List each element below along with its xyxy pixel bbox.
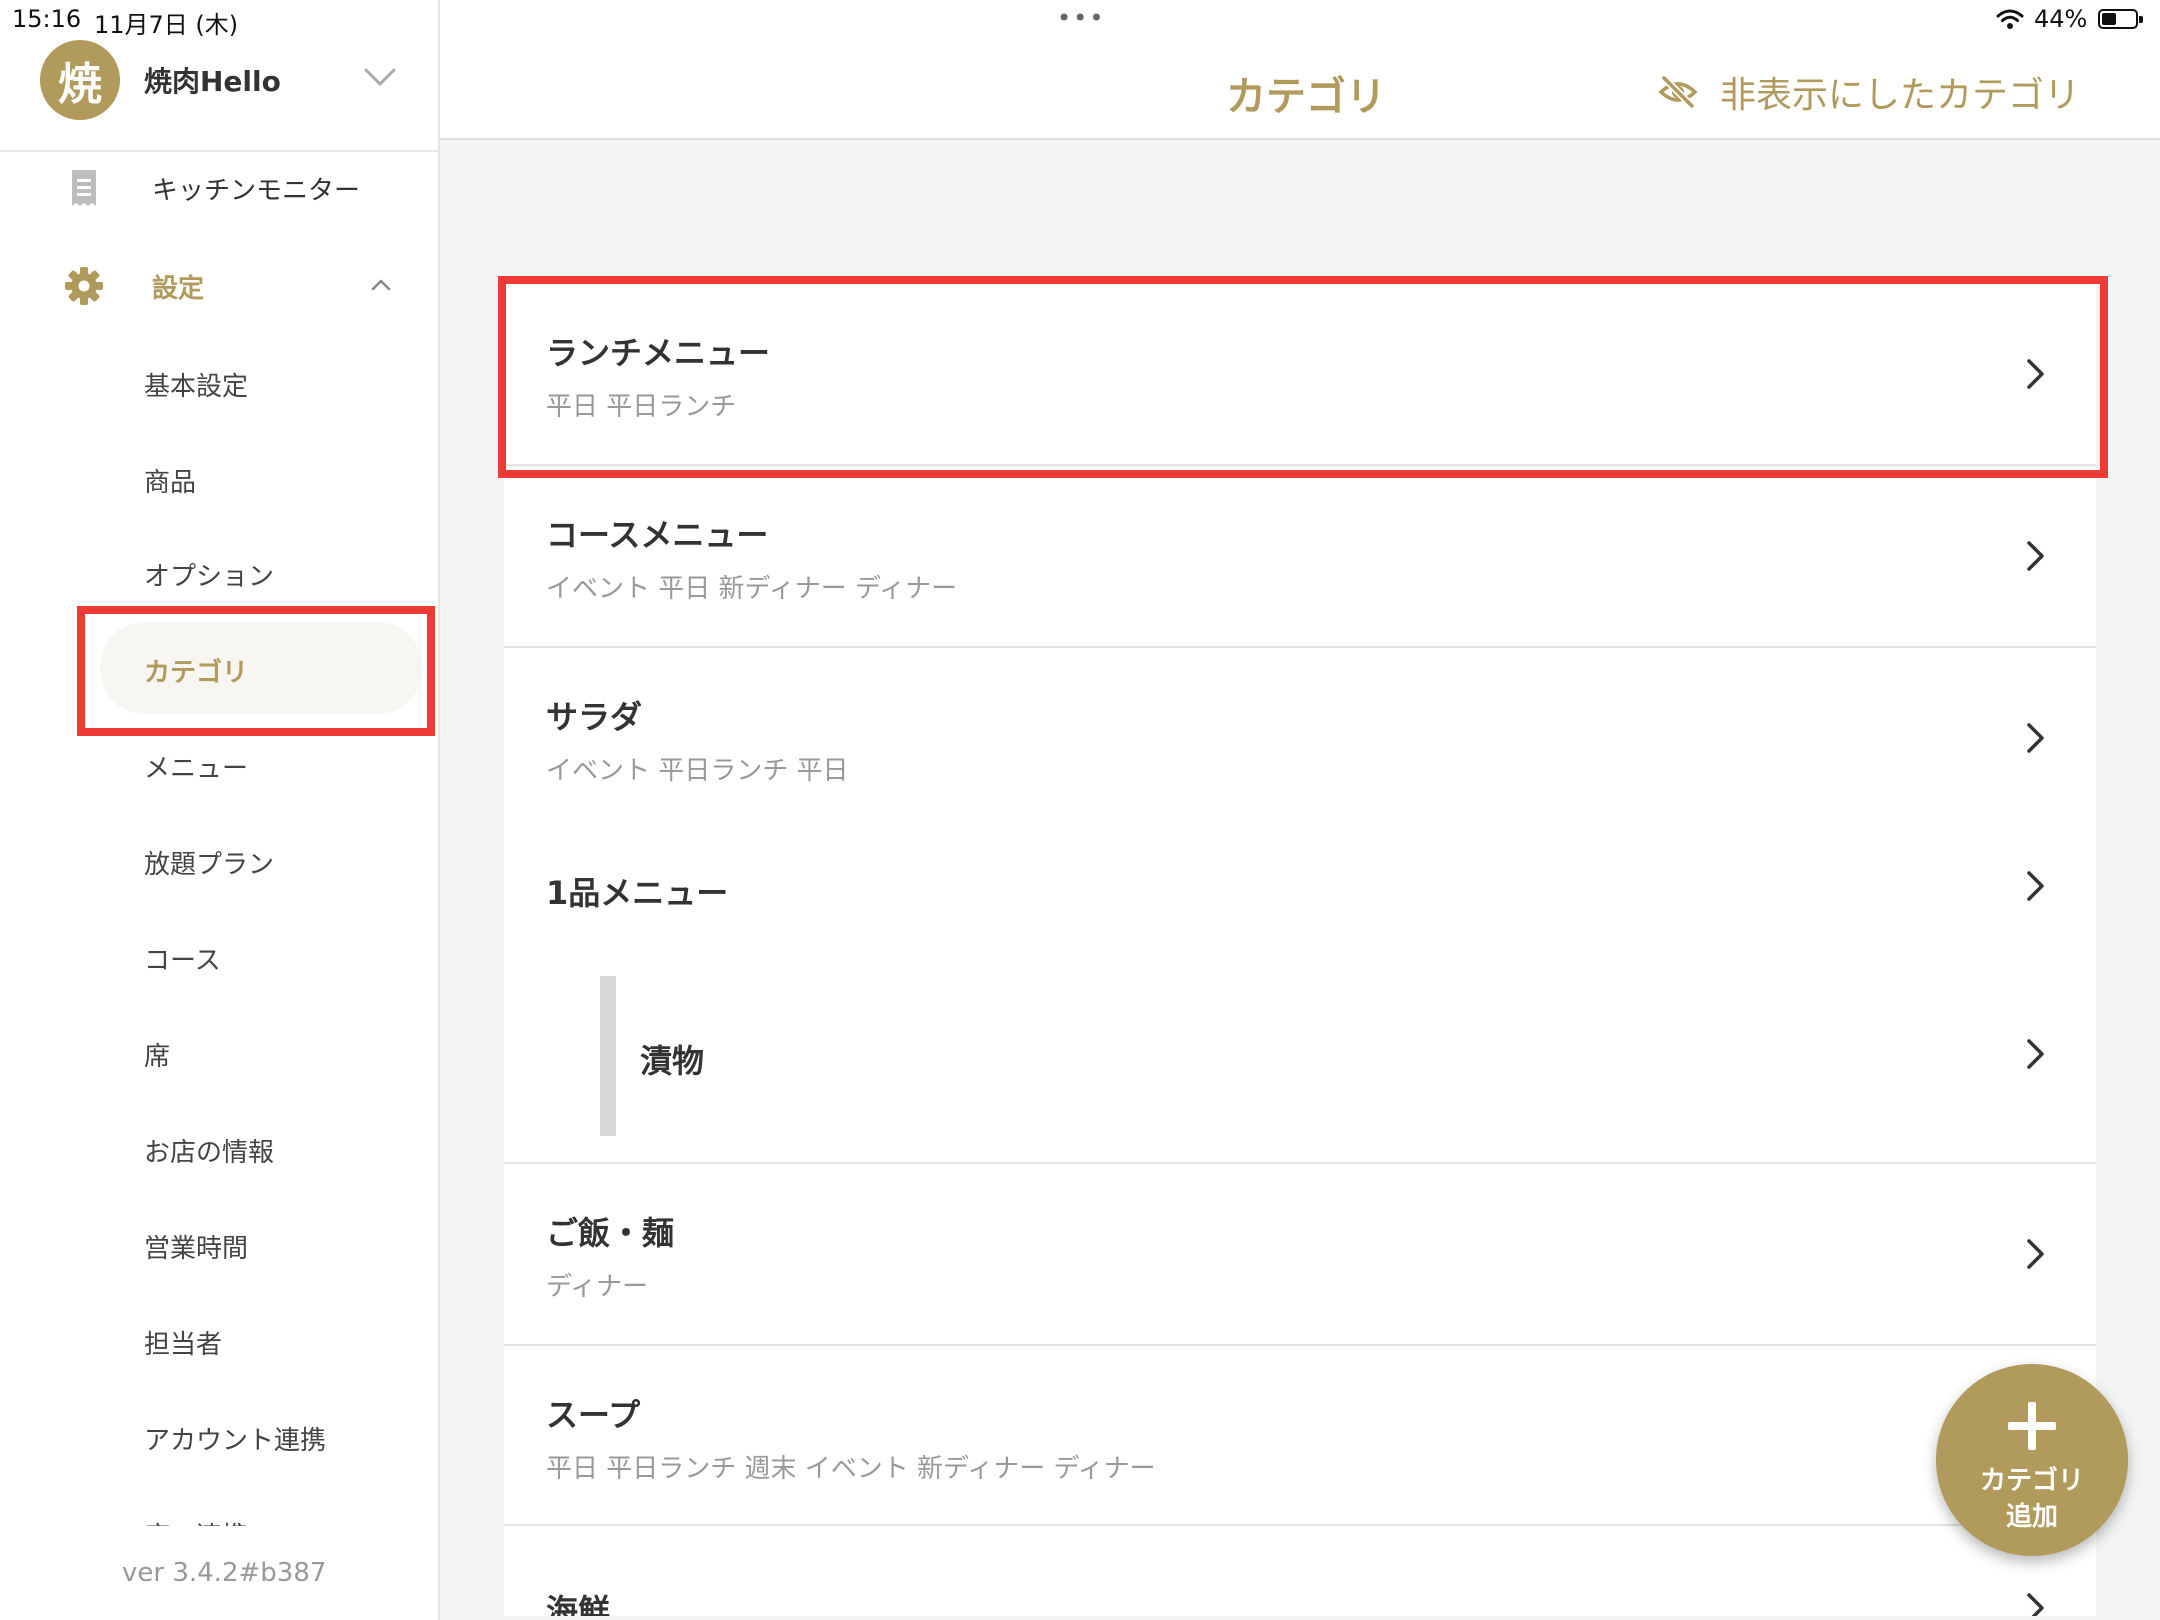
chevron-up-icon[interactable]: [368, 272, 394, 298]
status-bar: 15:16 11月7日 (木) ••• 44%: [0, 0, 2160, 40]
eye-off-icon: [1658, 75, 1698, 109]
gear-icon: [65, 267, 103, 305]
store-name: 焼肉Hello: [144, 65, 281, 98]
category-tags: ディナー: [546, 1272, 649, 1302]
sidebar-sub-label: オプション: [144, 562, 275, 592]
category-tags: 平日 平日ランチ 週末 イベント 新ディナー ディナー: [546, 1454, 1156, 1484]
category-name: 1品メニュー: [546, 874, 729, 912]
chevron-right-icon: [2027, 871, 2044, 901]
wifi-icon: [1996, 9, 2024, 29]
sidebar-sub-business-hours[interactable]: 営業時間: [100, 1198, 430, 1290]
chevron-down-icon[interactable]: [362, 62, 398, 92]
sidebar-sub-basic-settings[interactable]: 基本設定: [100, 336, 430, 428]
sidebar-sub-label: メニュー: [144, 754, 249, 784]
battery-nub: [2139, 16, 2143, 23]
plus-icon: [2008, 1402, 2056, 1450]
category-name: 海鮮: [546, 1592, 611, 1616]
category-list: ランチメニュー 平日 平日ランチ コースメニュー イベント 平日 新ディナー デ…: [504, 284, 2096, 1616]
category-tags: イベント 平日 新ディナー ディナー: [546, 574, 958, 604]
category-row-course[interactable]: コースメニュー イベント 平日 新ディナー ディナー: [504, 466, 2096, 648]
chevron-right-icon: [2027, 1039, 2044, 1069]
page-title: カテゴリ: [1226, 74, 1386, 120]
sidebar-sub-options[interactable]: オプション: [100, 526, 430, 618]
sidebar-sub-seats[interactable]: 席: [100, 1006, 430, 1098]
category-row-seafood[interactable]: 海鮮: [504, 1526, 2096, 1616]
category-row-a-la-carte[interactable]: 1品メニュー: [504, 828, 2096, 976]
category-name: 漬物: [640, 1042, 705, 1080]
sidebar-sub-seat-link[interactable]: 席の連携: [100, 1486, 430, 1526]
sidebar-sub-label: 放題プラン: [144, 850, 275, 880]
sidebar-sub-label: コース: [144, 946, 221, 976]
app-version: ver 3.4.2#b387: [122, 1558, 422, 1588]
highlight-box-sidebar: [77, 606, 435, 736]
status-time: 15:16: [12, 5, 82, 33]
category-name: サラダ: [546, 698, 643, 736]
sidebar-sub-store-info[interactable]: お店の情報: [100, 1102, 430, 1194]
status-date: 11月7日 (木): [94, 11, 239, 39]
sidebar-item-kitchen-monitor[interactable]: キッチンモニター: [0, 148, 440, 228]
chevron-right-icon: [2027, 1239, 2044, 1269]
sidebar-sub-label: 商品: [144, 468, 197, 498]
sidebar-sub-account-link[interactable]: アカウント連携: [100, 1390, 430, 1482]
sidebar-sub-label: 担当者: [144, 1330, 223, 1360]
category-row-soup[interactable]: スープ 平日 平日ランチ 週末 イベント 新ディナー ディナー: [504, 1346, 2096, 1526]
sidebar: 焼 焼肉Hello キッチンモニター 設定 基本設定 商品 オプション カテゴリ…: [0, 0, 440, 1620]
battery-percent: 44%: [2034, 5, 2088, 33]
hidden-categories-button[interactable]: 非表示にしたカテゴリ: [1658, 66, 2080, 118]
sidebar-item-label: 設定: [152, 274, 205, 304]
battery-level: [2102, 13, 2116, 25]
app-root: 15:16 11月7日 (木) ••• 44% 焼 焼肉Hello キッチンモニ…: [0, 0, 2160, 1620]
add-category-label-1: カテゴリ: [1979, 1466, 2084, 1496]
sidebar-item-settings[interactable]: 設定: [0, 246, 440, 326]
chevron-right-icon: [2027, 1593, 2044, 1616]
sidebar-sub-label: 営業時間: [144, 1234, 249, 1264]
receipt-icon: [72, 170, 96, 206]
sidebar-sub-label: 席: [144, 1042, 171, 1072]
category-name: ご飯・麺: [546, 1214, 675, 1252]
sidebar-sub-label: 基本設定: [144, 372, 249, 402]
add-category-label-2: 追加: [2005, 1502, 2058, 1532]
battery-icon: [2098, 9, 2143, 29]
category-row-rice-noodles[interactable]: ご飯・麺 ディナー: [504, 1164, 2096, 1346]
sidebar-sub-unlimited-plan[interactable]: 放題プラン: [100, 814, 430, 906]
hidden-categories-label: 非表示にしたカテゴリ: [1720, 75, 2081, 116]
store-avatar: 焼: [40, 40, 120, 120]
category-name: コースメニュー: [546, 516, 769, 554]
category-row-salad[interactable]: サラダ イベント 平日ランチ 平日: [504, 648, 2096, 828]
chevron-right-icon: [2027, 541, 2044, 571]
multitask-dots[interactable]: •••: [1057, 4, 1105, 32]
child-indent-bar: [600, 976, 616, 1136]
chevron-right-icon: [2027, 723, 2044, 753]
category-name: スープ: [546, 1396, 641, 1434]
category-tags: イベント 平日ランチ 平日: [546, 756, 849, 786]
sidebar-sub-label: アカウント連携: [144, 1426, 327, 1456]
category-row-pickles[interactable]: 漬物: [504, 976, 2096, 1164]
add-category-button[interactable]: カテゴリ 追加: [1936, 1364, 2128, 1556]
sidebar-sub-label: お店の情報: [144, 1138, 275, 1168]
sidebar-sub-label: 席の連携: [144, 1516, 248, 1526]
sidebar-sub-staff[interactable]: 担当者: [100, 1294, 430, 1386]
sidebar-sub-course[interactable]: コース: [100, 910, 430, 1002]
sidebar-sub-products[interactable]: 商品: [100, 432, 430, 524]
highlight-box-main: [498, 276, 2108, 478]
sidebar-item-label: キッチンモニター: [152, 176, 361, 206]
